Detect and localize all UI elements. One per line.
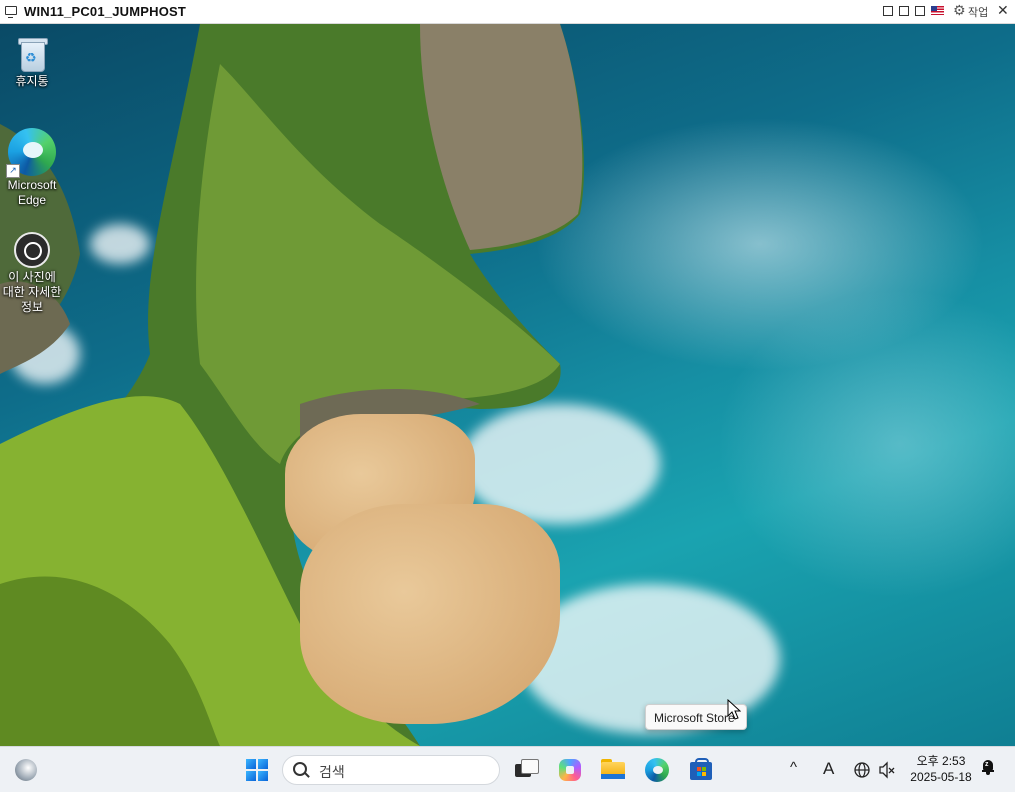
edge-icon bbox=[645, 758, 669, 782]
store-bag-icon bbox=[690, 762, 712, 780]
copilot-button[interactable] bbox=[554, 754, 586, 786]
widgets-button[interactable] bbox=[10, 754, 42, 786]
us-flag-icon[interactable] bbox=[931, 6, 944, 15]
shortcut-arrow-icon: ↗ bbox=[6, 164, 20, 178]
desktop-icon-recycle-bin[interactable]: ♻ 휴지통 bbox=[0, 36, 64, 89]
search-placeholder: 검색 bbox=[319, 764, 345, 780]
restore-small-icon[interactable] bbox=[883, 6, 893, 16]
split-window-icon[interactable] bbox=[899, 6, 909, 16]
maximize-icon[interactable] bbox=[915, 6, 925, 16]
speaker-muted-icon[interactable] bbox=[878, 761, 896, 779]
clock-date: 2025-05-18 bbox=[910, 770, 972, 784]
gear-icon[interactable]: ⚙ bbox=[953, 2, 966, 19]
window-title: WIN11_PC01_JUMPHOST bbox=[24, 4, 187, 19]
input-method-indicator[interactable]: A bbox=[823, 759, 834, 779]
clock-time: 오후 2:53 bbox=[916, 754, 966, 768]
weather-moon-icon bbox=[15, 759, 37, 781]
taskbar-clock[interactable]: 오후 2:53 2025-05-18 bbox=[905, 753, 977, 785]
desktop-wallpaper: ♻ 휴지통 ↗ Microsoft Edge 이 사진에 대한 자세한 정보 M… bbox=[0, 24, 1015, 746]
mouse-cursor-icon bbox=[727, 699, 741, 720]
beach-sand bbox=[300, 504, 560, 724]
task-view-button[interactable] bbox=[510, 754, 542, 786]
network-globe-icon[interactable] bbox=[853, 761, 871, 779]
taskbar: 검색 ^ A 오후 2:53 2025-05-18 z bbox=[0, 746, 1015, 792]
recycle-bin-icon: ♻ bbox=[17, 36, 48, 72]
desktop-icon-label: 이 사진에 대한 자세한 정보 bbox=[2, 270, 62, 314]
camera-info-icon bbox=[14, 232, 50, 268]
desktop-icon-photo-info[interactable]: 이 사진에 대한 자세한 정보 bbox=[0, 232, 64, 315]
desktop-icon-label: 휴지통 bbox=[15, 74, 49, 88]
search-icon bbox=[293, 762, 307, 776]
microsoft-store-button[interactable] bbox=[685, 754, 717, 786]
start-button[interactable] bbox=[242, 754, 274, 786]
file-explorer-button[interactable] bbox=[597, 754, 629, 786]
edge-taskbar-button[interactable] bbox=[641, 754, 673, 786]
work-menu-button[interactable]: 작업 bbox=[968, 4, 988, 20]
notification-bell-icon[interactable]: z bbox=[982, 760, 994, 775]
remote-session-titlebar: WIN11_PC01_JUMPHOST ⚙ 작업 ✕ bbox=[0, 0, 1015, 24]
taskbar-search-box[interactable]: 검색 bbox=[282, 755, 500, 785]
copilot-icon bbox=[559, 759, 581, 781]
monitor-icon bbox=[5, 6, 17, 18]
close-button[interactable]: ✕ bbox=[997, 2, 1009, 19]
desktop-icon-edge[interactable]: ↗ Microsoft Edge bbox=[0, 128, 64, 208]
show-hidden-icons-chevron[interactable]: ^ bbox=[790, 759, 797, 776]
desktop-icon-label: Microsoft Edge bbox=[7, 178, 57, 207]
